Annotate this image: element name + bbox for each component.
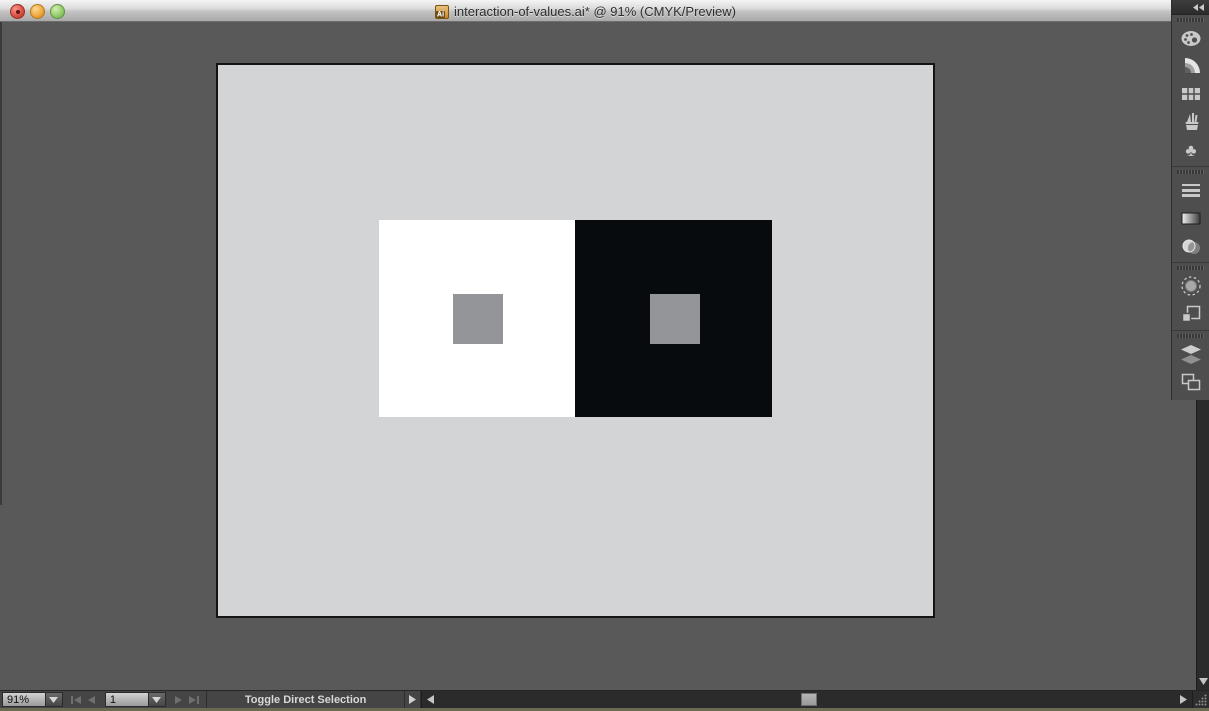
illustrator-document-window: interaction-of-values.ai* @ 91% (CMYK/Pr… — [0, 0, 1209, 711]
color-guide-icon — [1179, 56, 1203, 76]
artboard-navigation — [69, 691, 99, 708]
transparency-panel-button[interactable] — [1172, 232, 1209, 260]
zoom-level-value: 91% — [7, 694, 29, 706]
dock-group-appearance — [1172, 263, 1209, 331]
artboard-number-value: 1 — [110, 694, 116, 706]
scroll-down-button[interactable] — [1198, 675, 1209, 687]
stroke-icon — [1181, 183, 1201, 197]
last-artboard-button[interactable] — [187, 692, 202, 708]
status-menu-button[interactable] — [405, 691, 421, 708]
arrow-left-icon — [427, 695, 434, 704]
artboards-icon — [1180, 372, 1202, 392]
status-display-text: Toggle Direct Selection — [245, 694, 366, 706]
stroke-panel-button[interactable] — [1172, 176, 1209, 204]
status-bar: 91% 1 — [0, 690, 1209, 708]
chevron-down-icon — [49, 697, 58, 703]
panel-dock: ♣ — [1171, 0, 1209, 400]
artboard-number-field[interactable]: 1 — [105, 692, 149, 707]
arrow-right-icon — [1180, 695, 1187, 704]
symbols-icon: ♣ — [1185, 142, 1196, 159]
resize-grip-icon — [1195, 694, 1207, 706]
artboard-navigation-forward — [172, 691, 202, 708]
brushes-panel-button[interactable] — [1172, 108, 1209, 136]
zoom-level-dropdown-button[interactable] — [46, 692, 63, 707]
color-palette-icon — [1179, 29, 1203, 48]
horizontal-scrollbar[interactable] — [421, 691, 1192, 708]
dock-grip-handle[interactable] — [1177, 334, 1204, 338]
swatches-panel-button[interactable] — [1172, 80, 1209, 108]
chevron-down-icon — [152, 697, 161, 703]
layers-panel-button[interactable] — [1172, 340, 1209, 368]
first-icon — [71, 696, 81, 704]
dock-grip-handle[interactable] — [1177, 18, 1204, 22]
graphic-styles-panel-button[interactable] — [1172, 300, 1209, 328]
artboard-number-dropdown-button[interactable] — [149, 692, 166, 707]
dock-group-color: ♣ — [1172, 15, 1209, 167]
dock-group-layers — [1172, 331, 1209, 398]
horizontal-scrollbar-thumb[interactable] — [801, 693, 817, 706]
next-icon — [175, 696, 183, 704]
appearance-icon — [1180, 275, 1202, 297]
graphic-styles-icon — [1180, 304, 1202, 324]
document-canvas[interactable] — [0, 22, 1196, 690]
window-title-text: interaction-of-values.ai* @ 91% (CMYK/Pr… — [454, 4, 736, 19]
brushes-icon — [1181, 112, 1201, 132]
scroll-left-button[interactable] — [422, 691, 439, 708]
status-display[interactable]: Toggle Direct Selection — [206, 691, 406, 708]
window-title: interaction-of-values.ai* @ 91% (CMYK/Pr… — [0, 4, 1171, 19]
previous-artboard-button[interactable] — [84, 692, 99, 708]
ai-document-icon — [435, 5, 449, 19]
first-artboard-button[interactable] — [69, 692, 84, 708]
dock-collapse-bar[interactable] — [1172, 0, 1209, 15]
gray-square-on-black[interactable] — [650, 294, 700, 344]
window-left-edge — [0, 22, 2, 505]
transparency-icon — [1180, 238, 1202, 255]
gradient-icon — [1181, 212, 1201, 225]
scroll-right-button[interactable] — [1175, 691, 1192, 708]
artboards-panel-button[interactable] — [1172, 368, 1209, 396]
arrow-down-icon — [1199, 678, 1208, 685]
next-artboard-button[interactable] — [172, 692, 187, 708]
collapse-dock-double-arrow-icon — [1193, 4, 1204, 11]
flyout-arrow-icon — [409, 695, 416, 704]
layers-icon — [1179, 344, 1203, 365]
dock-group-stroke — [1172, 167, 1209, 263]
color-guide-panel-button[interactable] — [1172, 52, 1209, 80]
appearance-panel-button[interactable] — [1172, 272, 1209, 300]
color-panel-button[interactable] — [1172, 24, 1209, 52]
gradient-panel-button[interactable] — [1172, 204, 1209, 232]
swatches-icon — [1181, 87, 1201, 101]
symbols-panel-button[interactable]: ♣ — [1172, 136, 1209, 164]
vertical-scrollbar[interactable] — [1196, 400, 1209, 690]
dock-grip-handle[interactable] — [1177, 266, 1204, 270]
title-bar[interactable]: interaction-of-values.ai* @ 91% (CMYK/Pr… — [0, 0, 1171, 22]
previous-icon — [87, 696, 95, 704]
gray-square-on-white[interactable] — [453, 294, 503, 344]
dock-grip-handle[interactable] — [1177, 170, 1204, 174]
window-resize-grip[interactable] — [1192, 691, 1209, 708]
zoom-level-field[interactable]: 91% — [2, 692, 46, 707]
last-icon — [189, 696, 199, 704]
